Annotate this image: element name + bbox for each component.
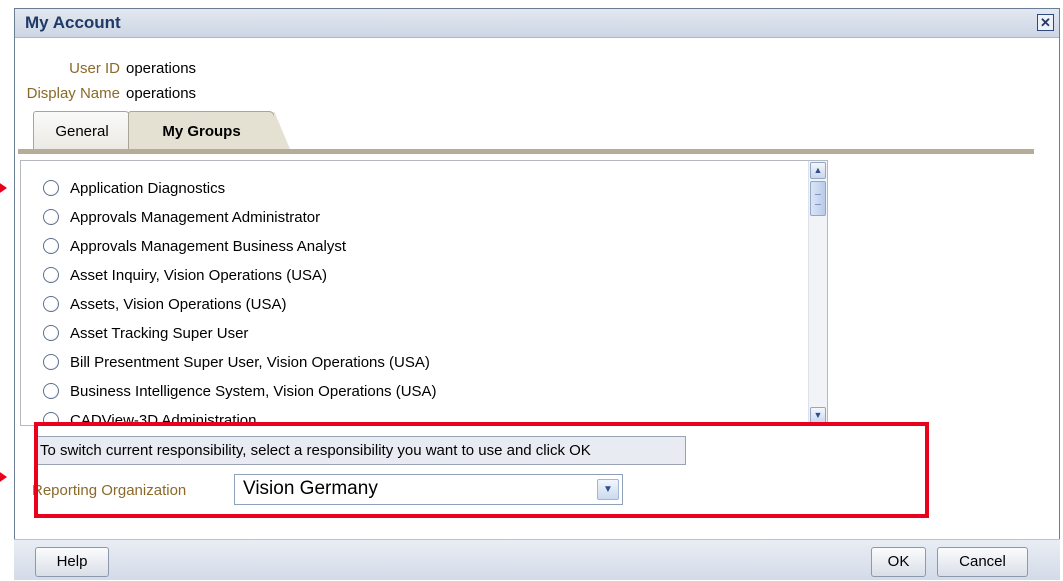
annotation-arrow-icon: [0, 179, 7, 197]
radio-button[interactable]: [43, 354, 59, 370]
list-item[interactable]: Application Diagnostics: [43, 177, 225, 199]
radio-button[interactable]: [43, 238, 59, 254]
radio-button[interactable]: [43, 383, 59, 399]
tab-divider: [18, 149, 1034, 154]
annotation-highlight-box: [34, 422, 929, 518]
close-icon[interactable]: ✕: [1037, 14, 1054, 31]
list-item[interactable]: Approvals Management Administrator: [43, 206, 320, 228]
tab-my-groups[interactable]: My Groups: [128, 111, 290, 149]
radio-button[interactable]: [43, 209, 59, 225]
list-item[interactable]: Bill Presentment Super User, Vision Oper…: [43, 351, 430, 373]
list-item-label: Approvals Management Administrator: [70, 208, 321, 226]
list-item[interactable]: Asset Tracking Super User: [43, 322, 248, 344]
radio-button[interactable]: [43, 180, 59, 196]
dialog-title: My Account: [25, 13, 121, 32]
background-strip: [0, 0, 1063, 8]
ok-button[interactable]: OK: [871, 547, 926, 577]
list-item-label: Bill Presentment Super User, Vision Oper…: [70, 353, 430, 371]
tab-general[interactable]: General: [33, 111, 131, 149]
user-id-label: User ID: [69, 60, 120, 77]
list-item[interactable]: Assets, Vision Operations (USA): [43, 293, 286, 315]
list-item-label: Approvals Management Business Analyst: [70, 237, 346, 255]
groups-scrollbar[interactable]: ▲ ▼: [808, 161, 827, 425]
help-button[interactable]: Help: [35, 547, 109, 577]
list-item-label: Assets, Vision Operations (USA): [70, 295, 287, 313]
radio-button[interactable]: [43, 325, 59, 341]
list-item[interactable]: Approvals Management Business Analyst: [43, 235, 346, 257]
list-item[interactable]: Asset Inquiry, Vision Operations (USA): [43, 264, 327, 286]
list-item-label: Application Diagnostics: [70, 179, 226, 197]
radio-button[interactable]: [43, 296, 59, 312]
list-item-label: Business Intelligence System, Vision Ope…: [70, 382, 437, 400]
display-name-label: Display Name: [26, 85, 120, 102]
user-id-row: User ID operations: [0, 60, 196, 77]
dialog-titlebar: My Account ✕: [15, 9, 1059, 38]
annotation-arrow-icon: [0, 468, 7, 486]
list-item[interactable]: Business Intelligence System, Vision Ope…: [43, 380, 437, 402]
scroll-thumb[interactable]: [810, 181, 826, 216]
display-name-row: Display Name operations: [0, 85, 196, 102]
list-item-label: Asset Inquiry, Vision Operations (USA): [70, 266, 328, 284]
list-item-label: Asset Tracking Super User: [70, 324, 249, 342]
display-name-value: operations: [126, 85, 197, 102]
radio-button[interactable]: [43, 267, 59, 283]
user-id-value: operations: [126, 60, 197, 77]
dialog-footer: Help OK Cancel: [14, 539, 1060, 580]
groups-listbox[interactable]: Application Diagnostics Approvals Manage…: [20, 160, 828, 426]
cancel-button[interactable]: Cancel: [937, 547, 1028, 577]
scroll-up-icon[interactable]: ▲: [810, 162, 826, 179]
